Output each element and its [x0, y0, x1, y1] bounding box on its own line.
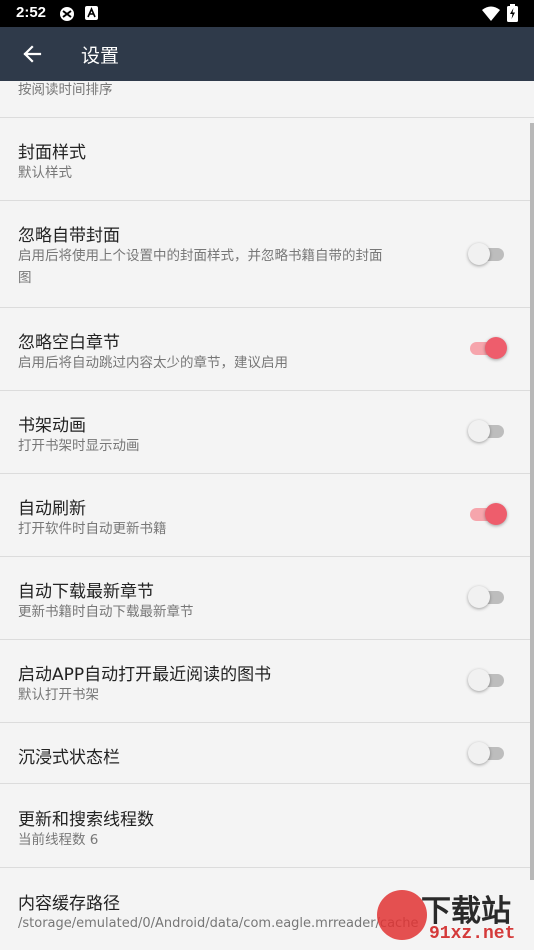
- setting-summary: 当前线程数 6: [18, 832, 99, 848]
- setting-title: 更新和搜索线程数: [18, 810, 154, 830]
- notification-a-icon: [85, 6, 98, 20]
- setting-cover-style[interactable]: 封面样式 默认样式: [0, 118, 534, 201]
- setting-summary: 启用后将使用上个设置中的封面样式，并忽略书籍自带的封面: [18, 248, 383, 264]
- app-bar: 设置: [0, 27, 534, 81]
- settings-list[interactable]: 按阅读时间排序 封面样式 默认样式 忽略自带封面 启用后将使用上个设置中的封面样…: [0, 81, 534, 950]
- setting-immersive-status-bar[interactable]: 沉浸式状态栏: [0, 723, 534, 784]
- setting-summary: /storage/emulated/0/Android/data/com.eag…: [18, 916, 419, 931]
- vpn-key-icon: [60, 7, 74, 21]
- watermark-badge-icon: [377, 890, 427, 940]
- immersive-status-bar-switch[interactable]: [468, 742, 506, 764]
- setting-bookshelf-animation[interactable]: 书架动画 打开书架时显示动画: [0, 391, 534, 474]
- status-bar: 2:52: [0, 0, 534, 27]
- setting-title: 启动APP自动打开最近阅读的图书: [18, 665, 272, 685]
- status-time: 2:52: [16, 4, 47, 21]
- auto-download-latest-switch[interactable]: [468, 586, 506, 608]
- setting-summary: 启用后将自动跳过内容太少的章节，建议启用: [18, 355, 288, 371]
- setting-summary: 更新书籍时自动下载最新章节: [18, 604, 194, 620]
- watermark-logo: 下载站 91xz.net: [377, 882, 534, 950]
- watermark-site: 91xz.net: [429, 924, 516, 944]
- wifi-icon: [482, 6, 500, 21]
- page-title: 设置: [81, 45, 120, 67]
- setting-title: 封面样式: [18, 143, 86, 163]
- setting-ignore-blank-chapters[interactable]: 忽略空白章节 启用后将自动跳过内容太少的章节，建议启用: [0, 308, 534, 391]
- ignore-builtin-cover-switch[interactable]: [468, 243, 506, 265]
- setting-summary: 打开软件时自动更新书籍: [18, 521, 167, 537]
- back-button[interactable]: [12, 34, 52, 74]
- setting-thread-count[interactable]: 更新和搜索线程数 当前线程数 6: [0, 784, 534, 868]
- setting-title: 忽略自带封面: [18, 226, 120, 246]
- setting-title: 自动刷新: [18, 499, 86, 519]
- setting-sort-order[interactable]: 按阅读时间排序: [0, 81, 534, 118]
- setting-title: 沉浸式状态栏: [18, 748, 120, 768]
- arrow-back-icon: [23, 45, 42, 63]
- battery-charging-icon: [507, 4, 518, 22]
- setting-summary: 默认打开书架: [18, 687, 99, 703]
- setting-title: 自动下载最新章节: [18, 582, 154, 602]
- scrollbar[interactable]: [530, 123, 534, 880]
- setting-summary: 按阅读时间排序: [18, 82, 113, 98]
- setting-ignore-builtin-cover[interactable]: 忽略自带封面 启用后将使用上个设置中的封面样式，并忽略书籍自带的封面 图: [0, 201, 534, 308]
- open-recent-book-switch[interactable]: [468, 669, 506, 691]
- bookshelf-animation-switch[interactable]: [468, 420, 506, 442]
- setting-title: 内容缓存路径: [18, 894, 120, 914]
- setting-summary: 打开书架时显示动画: [18, 438, 140, 454]
- auto-refresh-switch[interactable]: [468, 503, 507, 525]
- ignore-blank-chapters-switch[interactable]: [468, 337, 507, 359]
- setting-auto-download-latest[interactable]: 自动下载最新章节 更新书籍时自动下载最新章节: [0, 557, 534, 640]
- setting-title: 忽略空白章节: [18, 333, 120, 353]
- setting-title: 书架动画: [18, 416, 86, 436]
- setting-summary: 默认样式: [18, 165, 72, 181]
- setting-auto-refresh[interactable]: 自动刷新 打开软件时自动更新书籍: [0, 474, 534, 557]
- setting-open-recent-book[interactable]: 启动APP自动打开最近阅读的图书 默认打开书架: [0, 640, 534, 723]
- setting-summary-continued: 图: [18, 270, 32, 286]
